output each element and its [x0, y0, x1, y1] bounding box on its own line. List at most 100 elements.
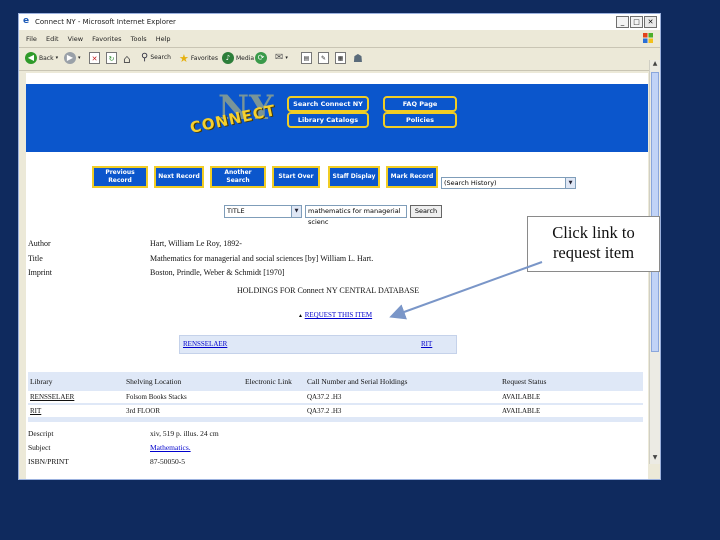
forward-button[interactable]: ▶ ▾ — [64, 52, 81, 64]
callout-text: Click link to request item — [552, 223, 635, 262]
table-header-library: Library — [30, 377, 53, 386]
table-cell-status: AVAILABLE — [502, 393, 541, 401]
rensselaer-link[interactable]: RENSSELAER — [183, 340, 227, 348]
search-input[interactable]: mathematics for managerial scienc — [305, 205, 407, 226]
policies-button[interactable]: Policies — [383, 112, 457, 128]
connectny-banner: NY CONNECT Search Connect NY FAQ Page Li… — [26, 84, 648, 152]
table-header-electronic: Electronic Link — [245, 377, 292, 386]
callout-box: Click link to request item — [527, 216, 660, 272]
media-label: Media — [236, 54, 255, 62]
chevron-down-icon: ▼ — [291, 206, 301, 217]
search-submit-button[interactable]: Search — [410, 205, 442, 218]
menu-bar: File Edit View Favorites Tools Help — [19, 31, 660, 45]
refresh-icon: ↻ — [106, 52, 117, 64]
author-label: Author — [28, 239, 51, 248]
staff-display-button[interactable]: Staff Display — [328, 166, 380, 188]
dropdown-icon: ▾ — [285, 54, 288, 61]
title-value: Mathematics for managerial and social sc… — [150, 254, 374, 263]
messenger-icon: ☗ — [353, 52, 363, 65]
another-search-button[interactable]: Another Search — [210, 166, 266, 188]
scroll-thumb[interactable] — [651, 72, 659, 352]
request-this-item-link[interactable]: REQUEST THIS ITEM — [305, 311, 372, 319]
table-cell-call-number: QA37.2 .H3 — [307, 393, 342, 401]
mail-icon: ✉ — [275, 52, 284, 63]
start-over-button[interactable]: Start Over — [272, 166, 320, 188]
search-history-select[interactable]: (Search History) ▼ — [441, 177, 576, 189]
faq-page-button[interactable]: FAQ Page — [383, 96, 457, 112]
menu-view[interactable]: View — [68, 35, 83, 43]
author-value: Hart, William Le Roy, 1892- — [150, 239, 242, 248]
table-cell-library[interactable]: RIT — [30, 407, 41, 415]
mark-record-button[interactable]: Mark Record — [386, 166, 438, 188]
refresh-button[interactable]: ↻ — [106, 52, 117, 64]
favorites-button[interactable]: ★ Favorites — [179, 52, 218, 65]
discuss-button[interactable]: ▦ — [335, 52, 346, 64]
history-icon: ⟳ — [255, 52, 267, 64]
menu-edit[interactable]: Edit — [46, 35, 59, 43]
menu-tools[interactable]: Tools — [131, 35, 147, 43]
search-label: Search — [150, 54, 171, 61]
imprint-label: Imprint — [28, 268, 52, 277]
previous-record-button[interactable]: Previous Record — [92, 166, 148, 188]
table-cell-shelving: Folsom Books Stacks — [126, 393, 187, 401]
window-controls: _ □ ✕ — [616, 16, 657, 28]
isbn-value: 87-50050-5 — [150, 457, 185, 466]
scroll-up-icon[interactable]: ▲ — [650, 60, 660, 70]
imprint-value: Boston, Prindle, Weber & Schmidt [1970] — [150, 268, 285, 277]
search-query-value: mathematics for managerial scienc — [308, 207, 401, 226]
table-header-status: Request Status — [502, 377, 547, 386]
rit-link[interactable]: RIT — [421, 340, 432, 348]
discuss-icon: ▦ — [335, 52, 346, 64]
dropdown-icon: ▾ — [55, 55, 59, 61]
library-catalogs-button[interactable]: Library Catalogs — [287, 112, 369, 128]
minimize-button[interactable]: _ — [616, 16, 629, 28]
star-icon: ★ — [179, 52, 189, 65]
menu-favorites[interactable]: Favorites — [92, 35, 121, 43]
windows-logo-icon — [643, 33, 653, 43]
close-button[interactable]: ✕ — [644, 16, 657, 28]
search-icon: ⚲ — [141, 52, 149, 63]
search-field-select[interactable]: TITLE ▼ — [224, 205, 302, 218]
title-bar: e Connect NY - Microsoft Internet Explor… — [19, 14, 660, 30]
stop-button[interactable]: ✕ — [89, 52, 100, 64]
menu-help[interactable]: Help — [156, 35, 171, 43]
mail-button[interactable]: ✉ ▾ — [275, 52, 288, 63]
messenger-button[interactable]: ☗ — [353, 52, 363, 65]
edit-button[interactable]: ✎ — [318, 52, 329, 64]
subject-label: Subject — [28, 443, 51, 452]
back-button[interactable]: ◀ Back ▾ — [25, 52, 58, 64]
search-history-value: (Search History) — [444, 179, 497, 187]
scroll-down-icon[interactable]: ▼ — [650, 454, 660, 464]
forward-arrow-icon: ▶ — [64, 52, 76, 64]
holding-libraries-box: RENSSELAER RIT — [179, 335, 457, 354]
toolbar: ◀ Back ▾ ▶ ▾ ✕ ↻ ⌂ ⚲ Search ★ Favorites … — [19, 47, 660, 71]
dropdown-icon: ▾ — [78, 55, 81, 61]
table-header-shelving: Shelving Location — [126, 377, 182, 386]
table-cell-library[interactable]: RENSSELAER — [30, 393, 74, 401]
stop-icon: ✕ — [89, 52, 100, 64]
home-icon: ⌂ — [123, 52, 131, 66]
connectny-logo[interactable]: NY CONNECT — [188, 88, 278, 148]
media-button[interactable]: ♪ Media — [222, 52, 254, 64]
search-connectny-button[interactable]: Search Connect NY — [287, 96, 369, 112]
table-header-call-number: Call Number and Serial Holdings — [307, 377, 408, 386]
ie-logo-icon: e — [23, 16, 30, 26]
history-button[interactable]: ⟳ — [255, 52, 267, 64]
print-button[interactable]: ▤ — [301, 52, 312, 64]
subject-link[interactable]: Mathematics. — [150, 443, 191, 452]
search-button[interactable]: ⚲ Search — [141, 52, 171, 63]
maximize-button[interactable]: □ — [630, 16, 643, 28]
table-cell-status: AVAILABLE — [502, 407, 541, 415]
media-icon: ♪ — [222, 52, 234, 64]
back-label: Back — [39, 54, 54, 62]
isbn-label: ISBN/PRINT — [28, 457, 69, 466]
home-button[interactable]: ⌂ — [123, 52, 131, 66]
holdings-title: HOLDINGS FOR Connect NY CENTRAL DATABASE — [237, 286, 420, 295]
window-title: Connect NY - Microsoft Internet Explorer — [35, 18, 176, 26]
table-cell-call-number: QA37.2 .H3 — [307, 407, 342, 415]
page-content: NY CONNECT Search Connect NY FAQ Page Li… — [26, 73, 648, 479]
menu-file[interactable]: File — [26, 35, 37, 43]
favorites-label: Favorites — [190, 55, 218, 62]
back-arrow-icon: ◀ — [25, 52, 37, 64]
next-record-button[interactable]: Next Record — [154, 166, 204, 188]
